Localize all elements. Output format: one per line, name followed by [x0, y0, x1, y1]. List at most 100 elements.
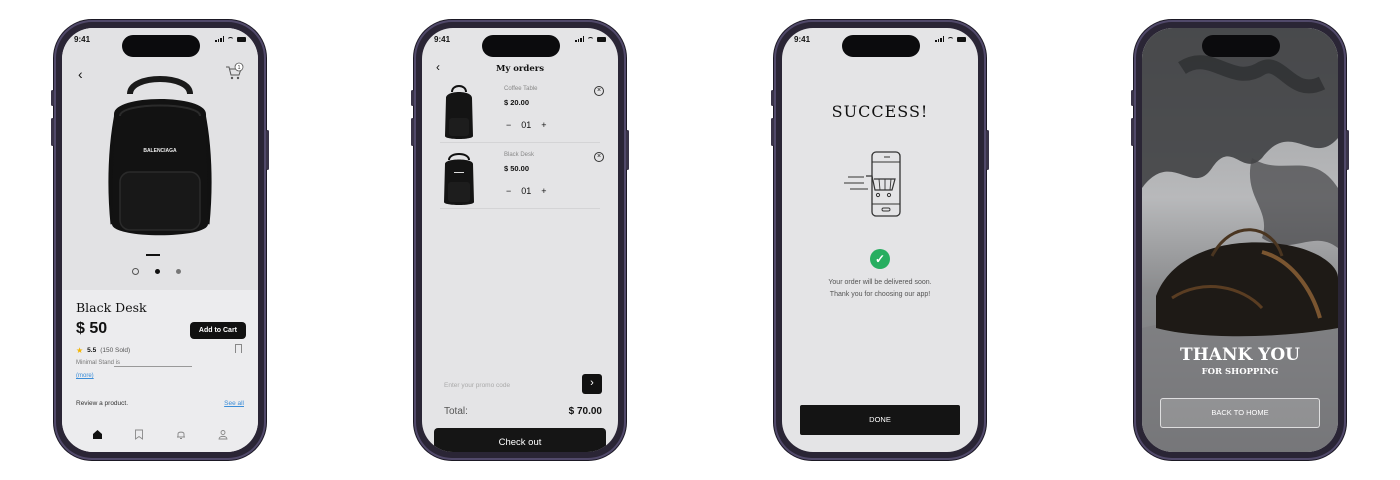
battery-icon — [237, 36, 246, 42]
status-icons — [935, 36, 966, 42]
wifi-icon — [227, 36, 234, 42]
battery-icon — [957, 36, 966, 42]
quantity-stepper: − 01 + — [506, 120, 547, 130]
cart-badge: 1 — [237, 65, 240, 71]
side-button — [51, 90, 54, 106]
back-to-home-button[interactable]: BACK TO HOME — [1160, 398, 1320, 428]
promo-code-input[interactable]: Enter your promo code — [444, 382, 510, 389]
image-indicator — [146, 254, 160, 256]
volume-up-button — [1131, 118, 1134, 146]
check-icon: ✓ — [870, 249, 890, 269]
signal-icon — [215, 36, 224, 42]
battery-icon — [597, 36, 606, 42]
thank-you-subtitle: FOR SHOPPING — [1201, 367, 1279, 377]
status-time: 9:41 — [74, 35, 91, 44]
orders-screen: 9:41 ‹ My orders Coffee Table $ 20.00 − … — [422, 28, 618, 452]
status-time: 9:41 — [794, 35, 811, 44]
checkout-button[interactable]: Check out — [434, 428, 606, 452]
product-title: Black Desk — [76, 300, 147, 315]
item-image — [445, 85, 473, 139]
order-item: Coffee Table $ 20.00 − 01 + × — [422, 80, 618, 146]
phone-orders: 9:41 ‹ My orders Coffee Table $ 20.00 − … — [411, 20, 629, 460]
success-message: Your order will be delivered soon. Thank… — [782, 277, 978, 301]
thank-you-title: THANK YOU — [1180, 345, 1300, 365]
product-gallery: ‹ 1 BALENCIAGA — [62, 28, 258, 290]
item-price: $ 20.00 — [504, 98, 530, 107]
dot-1[interactable] — [132, 268, 139, 275]
description-underline — [114, 366, 192, 367]
done-button[interactable]: DONE — [800, 405, 960, 435]
sold-count: (150 Sold) — [100, 347, 131, 354]
volume-up-button — [771, 118, 774, 146]
tab-bar — [62, 422, 258, 452]
plus-button[interactable]: + — [541, 120, 546, 130]
total-label: Total: — [444, 406, 468, 417]
gallery-dots[interactable] — [132, 268, 181, 275]
remove-item-icon[interactable]: × — [594, 152, 604, 162]
backpack-image: BALENCIAGA — [108, 76, 212, 236]
status-time: 9:41 — [434, 35, 451, 44]
product-details: Black Desk $ 50 Add to Cart ★ 5.5 (150 S… — [62, 290, 258, 452]
user-icon[interactable] — [216, 427, 230, 441]
signal-icon — [575, 36, 584, 42]
dynamic-island — [122, 35, 200, 57]
phone-cart-icon — [844, 151, 901, 217]
see-all-link[interactable]: See all — [224, 400, 244, 407]
dot-2[interactable] — [155, 269, 160, 274]
signal-icon — [935, 36, 944, 42]
side-button — [411, 90, 414, 106]
rating-value: 5.5 — [87, 347, 97, 354]
divider — [440, 208, 600, 209]
item-name: Black Desk — [504, 152, 535, 158]
quantity-stepper: − 01 + — [506, 186, 547, 196]
power-button — [986, 130, 989, 170]
remove-item-icon[interactable]: × — [594, 86, 604, 96]
wifi-icon — [947, 36, 954, 42]
item-image — [444, 153, 474, 205]
cart-icon[interactable]: 1 — [224, 62, 244, 82]
bag-brand-text: BALENCIAGA — [143, 148, 177, 154]
message-line-1: Your order will be delivered soon. — [828, 279, 932, 286]
bookmark-icon[interactable] — [235, 344, 242, 353]
quantity-value: 01 — [521, 120, 532, 130]
item-name: Coffee Table — [504, 86, 538, 92]
plus-button[interactable]: + — [541, 186, 546, 196]
divider — [440, 142, 600, 143]
success-title: SUCCESS! — [831, 102, 929, 121]
side-button — [771, 90, 774, 106]
bell-icon[interactable] — [174, 427, 188, 441]
product-price: $ 50 — [76, 320, 108, 337]
home-icon[interactable] — [90, 427, 104, 441]
minus-button[interactable]: − — [506, 120, 511, 130]
review-label: Review a product. — [76, 400, 129, 407]
dot-3[interactable] — [176, 269, 181, 274]
power-button — [626, 130, 629, 170]
volume-up-button — [51, 118, 54, 146]
dynamic-island — [842, 35, 920, 57]
status-icons — [575, 36, 606, 42]
leaf-shadow-bag-image — [1142, 28, 1338, 452]
promo-submit-button[interactable]: › — [582, 374, 602, 394]
dynamic-island — [1202, 35, 1280, 57]
dynamic-island — [482, 35, 560, 57]
phone-product: 9:41 ‹ 1 BALENCIAGA Black Desk $ 50 Add … — [51, 20, 269, 460]
back-icon[interactable]: ‹ — [78, 66, 83, 82]
add-to-cart-button[interactable]: Add to Cart — [189, 322, 246, 339]
star-icon: ★ — [76, 346, 84, 355]
bookmark-icon[interactable] — [132, 427, 146, 441]
wifi-icon — [587, 36, 594, 42]
message-line-2: Thank you for choosing our app! — [829, 291, 931, 298]
status-icons — [215, 36, 246, 42]
power-button — [266, 130, 269, 170]
order-item: Black Desk $ 50.00 − 01 + × — [422, 146, 618, 212]
side-button — [1131, 90, 1134, 106]
total-value: $ 70.00 — [568, 406, 602, 417]
success-screen: 9:41 SUCCESS! ✓ Your order will be deliv… — [782, 28, 978, 452]
page-title: My orders — [495, 64, 545, 74]
minus-button[interactable]: − — [506, 186, 511, 196]
phone-thank-you: THANK YOU FOR SHOPPING BACK TO HOME — [1131, 20, 1349, 460]
more-link[interactable]: (more) — [76, 373, 94, 379]
rating-row: ★ 5.5 (150 Sold) — [76, 346, 130, 355]
phone-success: 9:41 SUCCESS! ✓ Your order will be deliv… — [771, 20, 989, 460]
power-button — [1346, 130, 1349, 170]
